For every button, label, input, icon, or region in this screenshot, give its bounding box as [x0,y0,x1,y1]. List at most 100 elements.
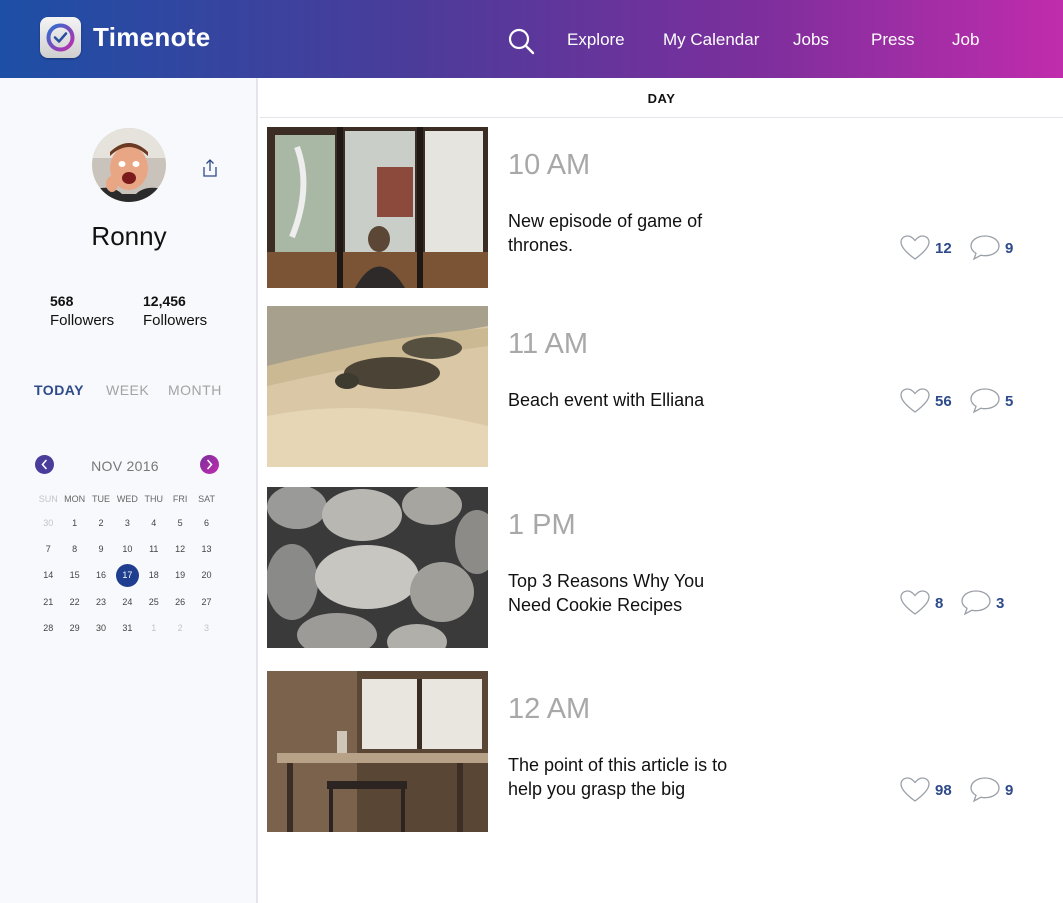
calendar-day[interactable]: 12 [167,544,193,554]
search-icon[interactable] [507,27,535,55]
calendar-day[interactable]: 27 [193,597,219,607]
calendar-day[interactable]: 23 [88,597,114,607]
calendar-day-selected[interactable]: 17 [114,563,140,587]
followers-label: Followers [143,312,208,329]
comment-icon[interactable] [960,589,992,616]
sea-turtles-photo-icon [267,306,488,467]
calendar-day[interactable]: 2 [88,518,114,528]
calendar-day[interactable]: 3 [114,518,140,528]
calendar-day[interactable]: 11 [141,544,167,554]
followers-count: 12,456 [143,293,186,309]
top-navigation-bar: Timenote Explore My Calendar Jobs Press … [0,0,1063,78]
calendar-day[interactable]: 10 [114,544,140,554]
weekday-label: TUE [91,494,110,504]
avatar[interactable] [92,128,166,202]
calendar-week-row: 14 15 16 17 18 19 20 [35,562,233,588]
calendar-day[interactable]: 1 [141,623,167,633]
calendar-day[interactable]: 9 [88,544,114,554]
profile-name: Ronny [91,221,167,251]
cafe-table-photo-icon [267,671,488,832]
comments-count: 9 [1005,782,1014,799]
calendar-day[interactable]: 19 [167,570,193,580]
calendar-day[interactable]: 26 [167,597,193,607]
calendar-day[interactable]: 2 [167,623,193,633]
calendar-day[interactable]: 24 [114,597,140,607]
pebbles-photo-icon [267,487,488,648]
calendar-day[interactable]: 21 [35,597,61,607]
nav-jobs[interactable]: Jobs [793,30,829,50]
calendar-day[interactable]: 28 [35,623,61,633]
event-image[interactable] [267,671,488,832]
tab-week[interactable]: WEEK [106,382,149,398]
calendar-day[interactable]: 6 [193,518,219,528]
tab-today[interactable]: TODAY [34,382,84,398]
calendar-grid: SUN MON TUE WED THU FRI SAT 30 1 2 3 4 5… [35,488,233,641]
heart-icon[interactable] [900,388,930,414]
comment-icon[interactable] [969,387,1001,414]
heart-icon[interactable] [900,777,930,803]
view-title: DAY [647,91,676,106]
event-card[interactable]: 10 AM New episode of game of thrones. 12… [267,127,1057,289]
weekday-label: WED [116,494,138,504]
calendar-day[interactable]: 7 [35,544,61,554]
calendar-day[interactable]: 4 [141,518,167,528]
clock-check-icon [46,23,75,52]
calendar-day[interactable]: 14 [35,570,61,580]
event-title[interactable]: Beach event with Elliana [508,388,748,412]
event-time: 12 AM [508,693,591,725]
event-card[interactable]: 12 AM The point of this article is to he… [267,671,1057,833]
chevron-right-icon [207,459,213,470]
comments-count: 3 [996,595,1005,612]
comments-count: 5 [1005,393,1014,410]
calendar-day[interactable]: 13 [193,544,219,554]
calendar-day[interactable]: 30 [35,518,61,528]
nav-explore[interactable]: Explore [567,30,625,50]
calendar-week-row: 28 29 30 31 1 2 3 [35,615,233,641]
nav-job[interactable]: Job [952,30,979,50]
calendar-day[interactable]: 31 [114,623,140,633]
calendar-day[interactable]: 22 [61,597,87,607]
selected-day-number: 17 [115,563,139,587]
calendar-day[interactable]: 18 [141,570,167,580]
calendar-day[interactable]: 16 [88,570,114,580]
followers-stat[interactable]: 568 Followers [50,291,114,331]
event-image[interactable] [267,306,488,467]
weekday-label: FRI [172,494,188,504]
brand-name[interactable]: Timenote [93,22,211,53]
calendar-day[interactable]: 30 [88,623,114,633]
event-title[interactable]: New episode of game of thrones. [508,209,748,257]
followers-count: 568 [50,293,74,309]
calendar-day[interactable]: 20 [193,570,219,580]
followers-stat[interactable]: 12,456 Followers [143,291,207,331]
app-logo[interactable] [40,17,81,58]
calendar-next-button[interactable] [200,455,219,474]
calendar-week-row: 21 22 23 24 25 26 27 [35,589,233,615]
event-title[interactable]: The point of this article is to help you… [508,753,748,801]
nav-press[interactable]: Press [871,30,914,50]
event-image[interactable] [267,127,488,288]
calendar-day[interactable]: 29 [61,623,87,633]
weekday-label: THU [144,494,164,504]
calendar-weekday-row: SUN MON TUE WED THU FRI SAT [35,488,233,510]
heart-icon[interactable] [900,235,930,261]
comment-icon[interactable] [969,234,1001,261]
event-card[interactable]: 11 AM Beach event with Elliana 56 5 [267,306,1057,468]
nav-my-calendar[interactable]: My Calendar [663,30,759,50]
comment-icon[interactable] [969,776,1001,803]
event-card[interactable]: 1 PM Top 3 Reasons Why You Need Cookie R… [267,487,1057,649]
event-title[interactable]: Top 3 Reasons Why You Need Cookie Recipe… [508,569,748,617]
tab-month[interactable]: MONTH [168,382,222,398]
calendar-day[interactable]: 5 [167,518,193,528]
window-portrait-photo-icon [267,127,488,288]
heart-icon[interactable] [900,590,930,616]
calendar-day[interactable]: 15 [61,570,87,580]
calendar-day[interactable]: 8 [61,544,87,554]
calendar-week-row: 7 8 9 10 11 12 13 [35,536,233,562]
event-image[interactable] [267,487,488,648]
calendar-day[interactable]: 3 [193,623,219,633]
share-icon[interactable] [200,158,220,178]
day-view-header: DAY [260,78,1063,118]
calendar-day[interactable]: 1 [61,518,87,528]
likes-count: 98 [935,782,952,799]
calendar-day[interactable]: 25 [141,597,167,607]
